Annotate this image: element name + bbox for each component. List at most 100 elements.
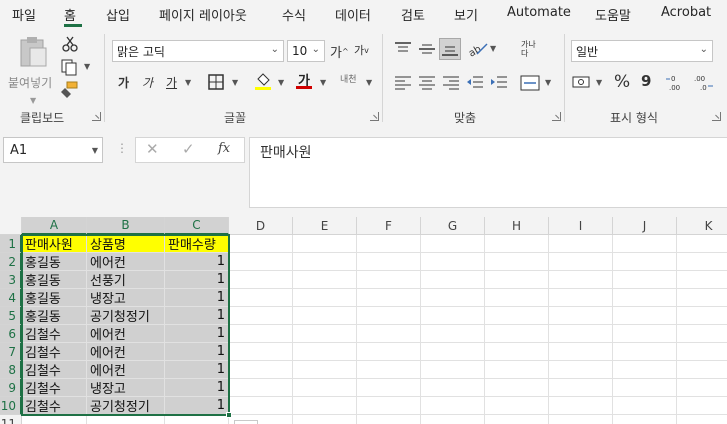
empty-cell[interactable] <box>677 361 727 379</box>
font-color-button[interactable]: 가 <box>295 70 313 90</box>
number-launcher-icon[interactable] <box>712 112 721 121</box>
font-color-dropdown-icon[interactable]: ▼ <box>320 78 326 87</box>
row-header[interactable]: 6 <box>0 325 22 343</box>
table-cell[interactable]: 김철수 <box>22 325 87 343</box>
empty-cell[interactable] <box>485 253 549 271</box>
paste-dropdown-icon[interactable]: ▼ <box>30 96 36 105</box>
empty-cell[interactable] <box>485 415 549 424</box>
empty-cell[interactable] <box>357 415 421 424</box>
empty-cell[interactable] <box>165 415 229 424</box>
align-left-icon[interactable] <box>394 74 412 92</box>
empty-cell[interactable] <box>549 325 613 343</box>
empty-cell[interactable] <box>485 307 549 325</box>
table-cell[interactable]: 1 <box>165 361 229 379</box>
alignment-launcher-icon[interactable] <box>552 112 561 121</box>
merge-center-icon[interactable] <box>520 74 540 92</box>
empty-cell[interactable] <box>549 253 613 271</box>
empty-cell[interactable] <box>613 325 677 343</box>
empty-cell[interactable] <box>229 361 293 379</box>
empty-cell[interactable] <box>613 379 677 397</box>
number-format-select[interactable]: 일반 ⌄ <box>571 40 713 62</box>
empty-cell[interactable] <box>485 361 549 379</box>
table-cell[interactable]: 에어컨 <box>87 361 165 379</box>
empty-cell[interactable] <box>613 397 677 415</box>
row-header[interactable]: 1 <box>0 235 22 253</box>
empty-cell[interactable] <box>421 307 485 325</box>
empty-cell[interactable] <box>549 397 613 415</box>
font-name-select[interactable]: 맑은 고딕 ⌄ <box>112 40 284 62</box>
decrease-indent-icon[interactable] <box>466 74 484 92</box>
empty-cell[interactable] <box>613 271 677 289</box>
column-header[interactable]: J <box>613 217 677 235</box>
empty-cell[interactable] <box>613 235 677 253</box>
empty-cell[interactable] <box>677 235 727 253</box>
empty-cell[interactable] <box>613 289 677 307</box>
table-cell[interactable]: 1 <box>165 325 229 343</box>
tab-file[interactable]: 파일 <box>12 5 36 24</box>
increase-decimal-icon[interactable]: 0 .00 <box>665 73 687 91</box>
font-size-select[interactable]: 10 ⌄ <box>287 40 325 62</box>
enter-icon[interactable]: ✓ <box>182 140 195 158</box>
empty-cell[interactable] <box>421 289 485 307</box>
cancel-icon[interactable]: ✕ <box>146 140 159 158</box>
percent-button[interactable]: % <box>614 72 630 92</box>
currency-dropdown-icon[interactable]: ▼ <box>596 78 602 87</box>
table-cell[interactable]: 홍길동 <box>22 271 87 289</box>
empty-cell[interactable] <box>357 397 421 415</box>
column-header[interactable]: K <box>677 217 727 235</box>
empty-cell[interactable] <box>229 271 293 289</box>
empty-cell[interactable] <box>549 307 613 325</box>
wrap-text-button[interactable]: 가나다 <box>521 40 539 58</box>
bold-button[interactable]: 가 <box>118 74 129 91</box>
row-header[interactable]: 9 <box>0 379 22 397</box>
empty-cell[interactable] <box>421 253 485 271</box>
empty-cell[interactable] <box>357 379 421 397</box>
paste-button[interactable]: 붙여넣기 <box>6 34 56 94</box>
empty-cell[interactable] <box>485 325 549 343</box>
table-cell[interactable]: 에어컨 <box>87 325 165 343</box>
column-header[interactable]: I <box>549 217 613 235</box>
table-cell[interactable]: 공기청정기 <box>87 307 165 325</box>
tab-acrobat[interactable]: Acrobat <box>661 5 711 20</box>
header-cell[interactable]: 판매사원 <box>22 235 87 253</box>
format-painter-icon[interactable] <box>61 81 79 99</box>
row-header[interactable]: 3 <box>0 271 22 289</box>
empty-cell[interactable] <box>293 397 357 415</box>
fill-color-icon[interactable] <box>254 71 272 91</box>
table-cell[interactable]: 1 <box>165 307 229 325</box>
empty-cell[interactable] <box>677 289 727 307</box>
row-header[interactable]: 11 <box>0 415 22 424</box>
row-header[interactable]: 10 <box>0 397 22 415</box>
table-cell[interactable]: 홍길동 <box>22 289 87 307</box>
empty-cell[interactable] <box>485 397 549 415</box>
empty-cell[interactable] <box>357 271 421 289</box>
header-cell[interactable]: 상품명 <box>87 235 165 253</box>
empty-cell[interactable] <box>293 343 357 361</box>
empty-cell[interactable] <box>293 271 357 289</box>
empty-cell[interactable] <box>549 415 613 424</box>
empty-cell[interactable] <box>549 361 613 379</box>
empty-cell[interactable] <box>613 415 677 424</box>
empty-cell[interactable] <box>677 343 727 361</box>
column-header[interactable]: G <box>421 217 485 235</box>
cut-icon[interactable] <box>62 36 78 52</box>
phonetic-dropdown-icon[interactable]: ▼ <box>366 78 372 87</box>
table-cell[interactable]: 홍길동 <box>22 253 87 271</box>
table-cell[interactable]: 냉장고 <box>87 379 165 397</box>
align-bottom-button[interactable] <box>439 38 461 60</box>
empty-cell[interactable] <box>677 271 727 289</box>
font-launcher-icon[interactable] <box>370 112 379 121</box>
empty-cell[interactable] <box>485 343 549 361</box>
empty-cell[interactable] <box>357 325 421 343</box>
column-header[interactable]: D <box>229 217 293 235</box>
align-middle-icon[interactable] <box>418 40 436 58</box>
empty-cell[interactable] <box>293 253 357 271</box>
name-box[interactable]: A1 ▼ <box>3 137 103 163</box>
table-cell[interactable]: 홍길동 <box>22 307 87 325</box>
row-header[interactable]: 5 <box>0 307 22 325</box>
empty-cell[interactable] <box>677 397 727 415</box>
column-header[interactable]: F <box>357 217 421 235</box>
column-header[interactable]: A <box>22 217 87 235</box>
table-cell[interactable]: 선풍기 <box>87 271 165 289</box>
currency-icon[interactable] <box>572 73 592 91</box>
